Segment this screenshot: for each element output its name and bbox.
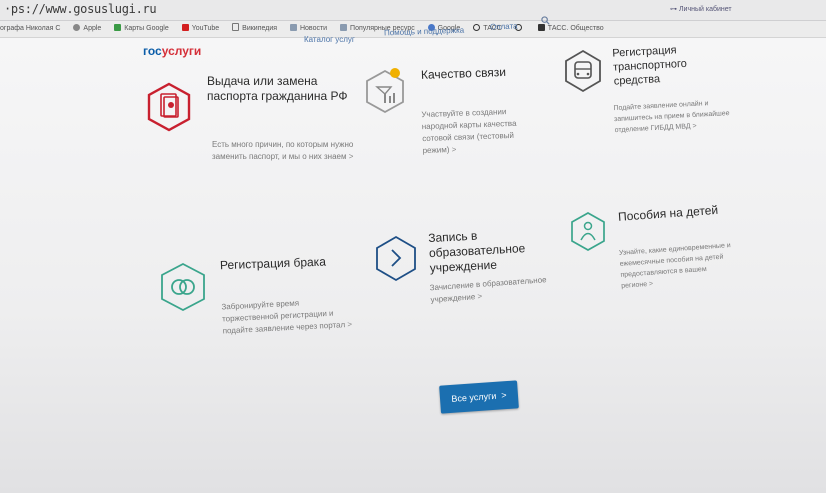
bus-icon <box>565 49 601 93</box>
service-title[interactable]: Регистрация брака <box>220 254 350 274</box>
service-title[interactable]: Выдача или замена паспорта гражданина РФ <box>207 74 357 104</box>
chevron-right-icon: > <box>451 144 457 155</box>
chevron-right-icon: > <box>500 390 507 401</box>
url-text[interactable]: ·ps://www.gosuslugi.ru <box>4 2 157 16</box>
logo-text-b: услуги <box>161 44 202 58</box>
service-title[interactable]: Запись в образовательное учреждение <box>428 225 550 276</box>
tass-icon <box>473 24 481 31</box>
gosuslugi-page: госуслуги Каталог услуг Помощь и поддерж… <box>0 6 826 493</box>
folder-icon <box>289 24 297 31</box>
bookmark-item[interactable]: Википедия <box>232 21 277 37</box>
chevron-right-icon <box>376 235 416 282</box>
service-title[interactable]: Регистрация транспортного средства <box>612 41 714 88</box>
folder-icon <box>340 24 348 31</box>
service-description: Участвуйте в создании народной карты кач… <box>421 107 517 156</box>
nav-payment-link[interactable]: Оплата <box>490 22 518 32</box>
rings-icon <box>161 262 205 312</box>
search-icon[interactable] <box>541 16 550 25</box>
chevron-right-icon: > <box>692 122 697 130</box>
bookmark-item[interactable]: YouTube <box>181 21 219 37</box>
chevron-right-icon: > <box>348 152 354 161</box>
chevron-right-icon: > <box>477 291 483 302</box>
service-title[interactable]: Качество связи <box>421 64 531 83</box>
service-description: Зачисление в образовательное учреждение … <box>429 275 547 305</box>
youtube-icon <box>181 24 189 31</box>
tass-icon <box>537 24 545 31</box>
maps-icon <box>114 24 122 31</box>
service-description: Подайте заявление онлайн и запишитесь на… <box>613 100 730 135</box>
chevron-right-icon: > <box>347 319 353 329</box>
gosuslugi-logo[interactable]: госуслуги <box>143 44 201 58</box>
all-services-button[interactable]: Все услуги > <box>439 380 519 414</box>
service-description: Есть много причин, по которым нужно заме… <box>212 140 354 161</box>
signal-icon <box>366 68 404 114</box>
service-title[interactable]: Пособия на детей <box>618 202 729 225</box>
chevron-right-icon: > <box>648 280 654 288</box>
child-icon <box>571 212 605 251</box>
document-icon <box>232 23 240 31</box>
bookmark-item[interactable]: ографа Николая С <box>0 21 60 37</box>
bookmark-item[interactable]: Apple <box>73 21 101 37</box>
bookmark-item[interactable]: Карты Google <box>114 21 169 37</box>
all-services-label: Все услуги <box>451 390 497 404</box>
nav-catalog-link[interactable]: Каталог услуг <box>304 35 355 44</box>
service-description: Узнайте, какие единовременные и ежемесяч… <box>618 242 731 290</box>
logo-text-a: гос <box>143 44 162 58</box>
apple-icon <box>73 24 81 31</box>
personal-account-label: Личный кабинет <box>678 6 732 13</box>
personal-account-link[interactable]: ⊶ Личный кабинет <box>670 5 732 13</box>
service-description: Забронируйте время торжественной регистр… <box>221 298 353 336</box>
passport-icon <box>147 82 191 132</box>
